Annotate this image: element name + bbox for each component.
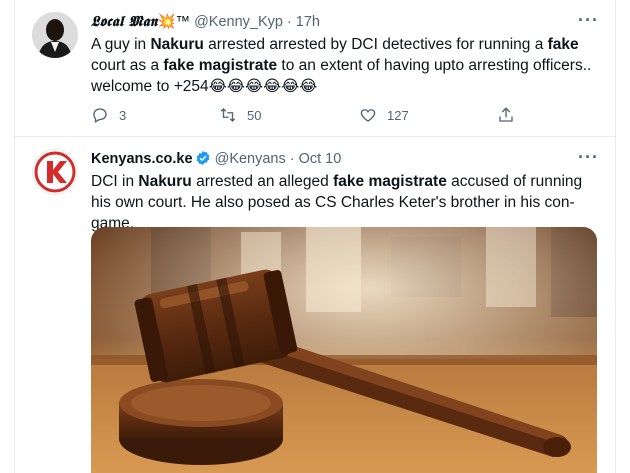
separator-dot: · [286,14,292,30]
text-bold-fake-magistrate: fake magistrate [163,57,278,74]
handle[interactable]: @Kenny_Kyp [194,14,283,30]
like-count: 127 [387,107,409,123]
tweet-text: DCI in Nakuru arrested an alleged fake m… [91,171,597,234]
text-bold-nakuru: Nakuru [138,173,192,190]
handle[interactable]: @Kenyans [215,151,286,167]
reply-icon [93,108,107,123]
text-bold-fake-magistrate: fake magistrate [333,173,447,190]
timestamp[interactable]: Oct 10 [299,151,342,167]
more-horizontal-icon[interactable]: ··· [578,147,599,167]
heart-icon [360,109,376,122]
retweet-button[interactable]: 50 [219,106,261,124]
avatar[interactable] [32,12,78,58]
tweet-image-gavel[interactable] [91,227,597,473]
avatar-kenyans-logo[interactable] [32,149,78,195]
reply-button[interactable]: 3 [91,106,126,124]
name-suffix: 💥™ [157,14,191,30]
text-segment: A guy in [91,36,151,53]
share-icon [499,107,513,122]
display-name[interactable]: Kenyans.co.ke [91,151,193,167]
timeline: 𝕷𝖔𝖈𝖆𝖑 𝕸𝖆𝖓💥™ @Kenny_Kyp · 17h ··· A guy in … [14,0,616,473]
reply-count: 3 [119,107,127,123]
display-name[interactable]: 𝕷𝖔𝖈𝖆𝖑 𝕸𝖆𝖓 [91,13,157,30]
tweet-kenyans[interactable]: Kenyans.co.ke @Kenyans · Oct 10 ··· DCI in… [15,137,615,473]
separator-dot: · [289,151,295,167]
laughing-emojis: 😂😂😂😂😂😂 [208,78,318,95]
tweet-actions: 3 50 127 [91,106,541,126]
verified-badge-icon [195,150,211,166]
share-button[interactable] [497,106,515,124]
tweet-kenny-kyp[interactable]: 𝕷𝖔𝖈𝖆𝖑 𝕸𝖆𝖓💥™ @Kenny_Kyp · 17h ··· A guy in … [15,0,615,137]
tweet-header: Kenyans.co.ke @Kenyans · Oct 10 ··· [91,147,599,169]
text-bold-nakuru: Nakuru [150,36,204,53]
text-segment: court as a [91,57,164,74]
text-segment: DCI in [91,173,139,190]
text-segment: arrested arrested by DCI detectives for … [203,36,548,53]
more-horizontal-icon[interactable]: ··· [578,10,599,30]
retweet-icon [220,108,236,122]
tweet-text: A guy in Nakuru arrested arrested by DCI… [91,34,597,97]
like-button[interactable]: 127 [359,106,409,124]
text-segment: arrested an alleged [191,173,334,190]
timestamp[interactable]: 17h [296,14,320,30]
tweet-header: 𝕷𝖔𝖈𝖆𝖑 𝕸𝖆𝖓💥™ @Kenny_Kyp · 17h ··· [91,10,599,32]
retweet-count: 50 [247,107,262,123]
text-bold-fake: fake [547,36,579,53]
